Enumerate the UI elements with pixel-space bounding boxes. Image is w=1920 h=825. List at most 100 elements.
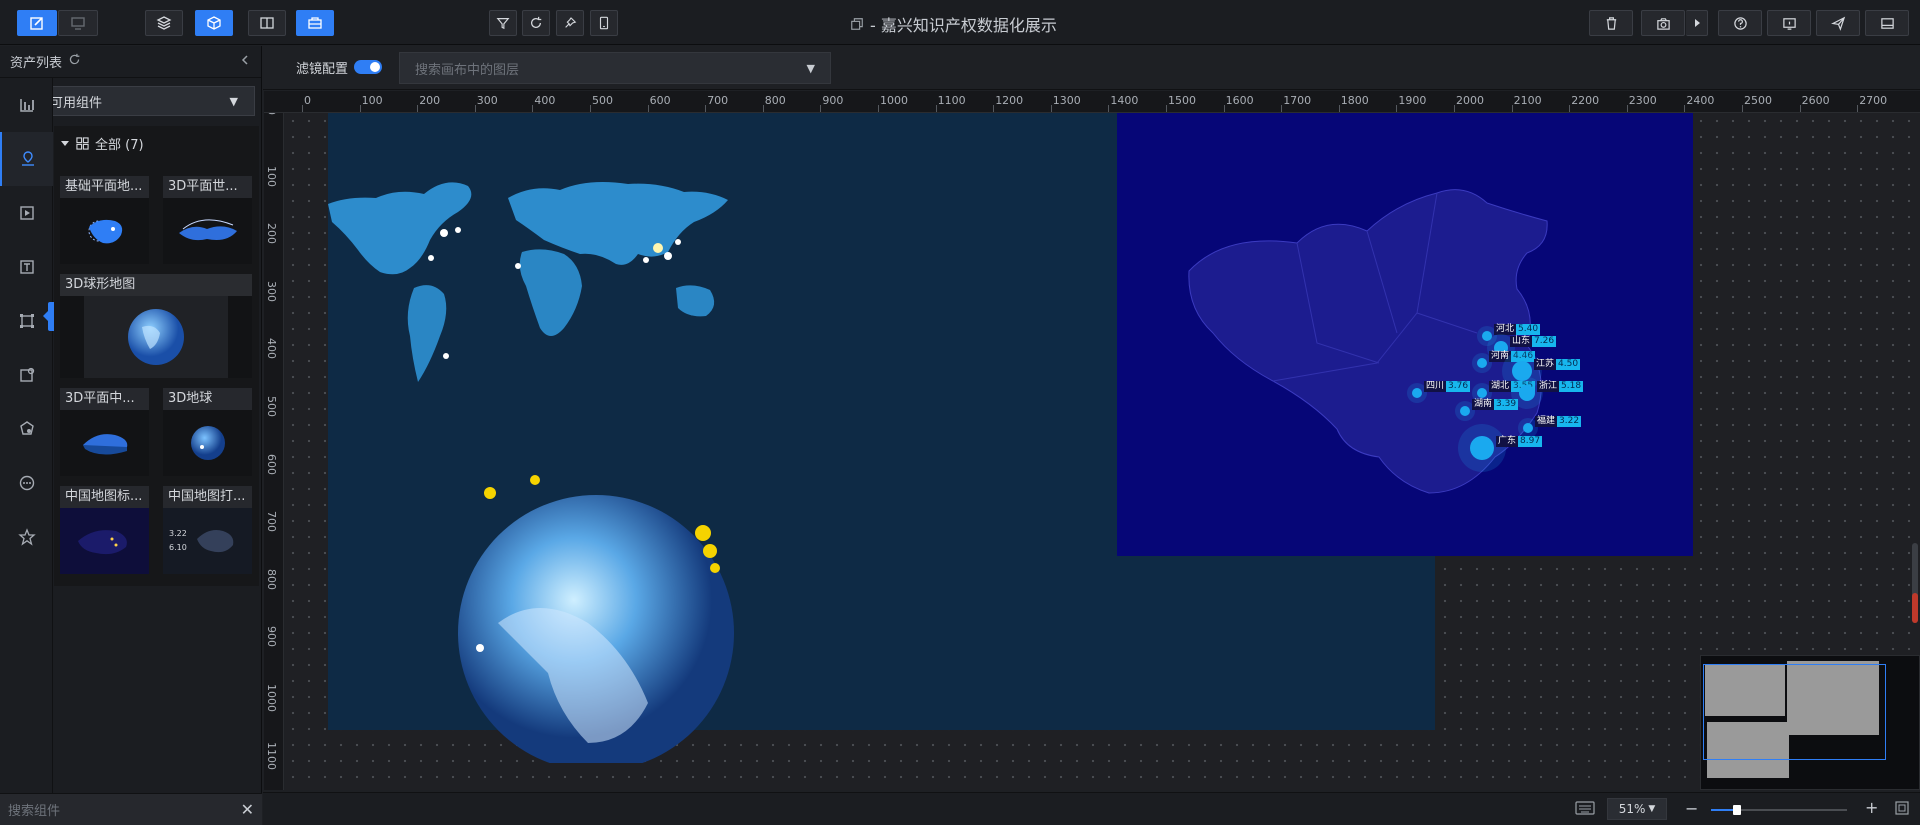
zoom-in-icon[interactable]: + — [1865, 798, 1878, 817]
province-marker[interactable] — [1477, 358, 1487, 368]
province-marker[interactable] — [1512, 361, 1532, 381]
province-marker[interactable] — [1482, 331, 1492, 341]
keyboard-icon[interactable] — [1575, 801, 1595, 819]
clear-cache-button[interactable] — [1589, 10, 1633, 36]
ruler-tick — [878, 105, 879, 112]
asset-card[interactable]: 3D平面世... — [163, 176, 252, 264]
rail-shape[interactable] — [0, 294, 53, 348]
settings-panel-button[interactable] — [1865, 10, 1909, 36]
frame-icon — [19, 314, 34, 328]
snapshot-menu-button[interactable] — [1686, 10, 1708, 36]
fit-screen-icon[interactable] — [1895, 801, 1909, 819]
rail-favorites[interactable] — [0, 510, 53, 564]
canvas-area[interactable]: 河北5.40山东7.26河南4.46江苏4.50四川3.76湖北3.55浙江5.… — [285, 113, 1920, 790]
components-button[interactable] — [195, 10, 233, 36]
ruler-label: 1600 — [1225, 94, 1254, 107]
component-search[interactable]: 搜索组件 ✕ — [0, 793, 262, 825]
horizontal-ruler: 0 100 200 300 400 500 600 700 800 900 1000 1100 1200… — [264, 91, 1920, 113]
ruler-label: 1500 — [1168, 94, 1196, 107]
filter-toggle[interactable] — [354, 60, 382, 74]
ruler-label: 1000 — [265, 684, 278, 712]
layer-search-select[interactable]: 搜索画布中的图层 ▼ — [399, 52, 831, 84]
pin-button[interactable] — [556, 10, 584, 36]
asset-card-title: 3D球形地图 — [60, 274, 252, 296]
trash-icon — [1606, 16, 1616, 30]
province-name: 湖南 — [1472, 399, 1495, 410]
edit-mode-button[interactable] — [17, 10, 57, 36]
toolbox-button[interactable] — [296, 10, 334, 36]
province-marker[interactable] — [1477, 388, 1487, 398]
asset-card[interactable]: 中国地图标... — [60, 486, 149, 574]
media-icon — [19, 206, 34, 220]
help-button[interactable] — [1718, 10, 1762, 36]
asset-card[interactable]: 基础平面地... — [60, 176, 149, 264]
world-map-widget[interactable] — [328, 168, 803, 408]
ruler-label: 600 — [649, 94, 671, 107]
refresh-icon — [531, 16, 542, 28]
ruler-label: 1300 — [1052, 94, 1081, 107]
map-pin-icon — [21, 151, 34, 166]
refresh-assets-icon[interactable] — [68, 53, 81, 70]
filter-button[interactable] — [489, 10, 517, 36]
ruler-label: 0 — [265, 113, 278, 115]
province-marker[interactable] — [1460, 406, 1470, 416]
ruler-tick — [532, 105, 534, 112]
component-search-placeholder: 搜索组件 — [8, 804, 61, 819]
collapse-panel-icon[interactable] — [239, 54, 251, 70]
rail-map[interactable] — [0, 132, 53, 186]
ruler-label: 500 — [592, 94, 613, 107]
interaction-icon — [19, 421, 34, 435]
rail-media[interactable] — [0, 186, 53, 240]
province-marker[interactable] — [1519, 385, 1535, 401]
ruler-label: 400 — [265, 338, 278, 360]
refresh-button[interactable] — [522, 10, 550, 36]
asset-card[interactable]: 3D球形地图 — [60, 274, 252, 378]
asset-card[interactable]: 3D地球 — [163, 388, 252, 476]
globe-widget[interactable] — [458, 473, 738, 771]
ruler-tick — [1626, 105, 1628, 112]
panel-toggle-button[interactable] — [248, 10, 286, 36]
zoom-slider[interactable] — [1711, 805, 1847, 815]
toolbox-icon — [308, 17, 322, 29]
province-value: 8.97 — [1518, 436, 1543, 447]
layers-button[interactable] — [145, 10, 183, 36]
zoom-slider-handle[interactable] — [1733, 805, 1742, 815]
ruler-tick — [1281, 105, 1283, 112]
china-map-widget[interactable]: 河北5.40山东7.26河南4.46江苏4.50四川3.76湖北3.55浙江5.… — [1117, 113, 1693, 556]
rail-chart[interactable] — [0, 78, 53, 132]
zoom-out-icon[interactable]: − — [1685, 799, 1698, 818]
ruler-label: 200 — [265, 223, 278, 245]
province-marker[interactable] — [1412, 388, 1422, 398]
province-name: 河南 — [1489, 351, 1512, 362]
bottom-bar: 51% ▼ − + — [263, 792, 1920, 825]
asset-card[interactable]: 中国地图打... 3.22 6.10 — [163, 486, 252, 574]
mobile-preview-button[interactable] — [590, 10, 618, 36]
ruler-label: 300 — [476, 94, 498, 107]
snapshot-button[interactable] — [1641, 10, 1685, 36]
zoom-value: 51% — [1618, 802, 1646, 816]
ruler-label: 1100 — [937, 94, 966, 107]
canvas-minimap[interactable] — [1700, 655, 1920, 790]
ruler-tick — [1223, 105, 1225, 112]
rail-other[interactable] — [0, 456, 53, 510]
province-marker[interactable] — [1470, 436, 1494, 460]
ruler-label: 800 — [265, 568, 278, 590]
preview-screen-button[interactable] — [1767, 10, 1811, 36]
publish-button[interactable] — [1816, 10, 1860, 36]
rail-image[interactable] — [0, 348, 53, 402]
ruler-label: 2700 — [1859, 94, 1888, 107]
ruler-tick — [1511, 105, 1513, 112]
rail-interaction[interactable] — [0, 402, 53, 456]
zoom-select[interactable]: 51% ▼ — [1607, 798, 1667, 820]
help-icon — [1733, 16, 1747, 30]
monitor-icon — [71, 17, 85, 30]
province-name: 湖北 — [1489, 381, 1512, 392]
star-icon — [17, 528, 36, 546]
asset-card[interactable]: 3D平面中... — [60, 388, 149, 476]
minimap-viewport[interactable] — [1703, 664, 1886, 760]
province-marker[interactable] — [1523, 423, 1533, 433]
preview-mode-button[interactable] — [58, 10, 98, 36]
close-icon[interactable]: ✕ — [241, 800, 254, 819]
rail-text[interactable] — [0, 240, 53, 294]
group-header[interactable]: 全部 (7) — [54, 126, 259, 160]
